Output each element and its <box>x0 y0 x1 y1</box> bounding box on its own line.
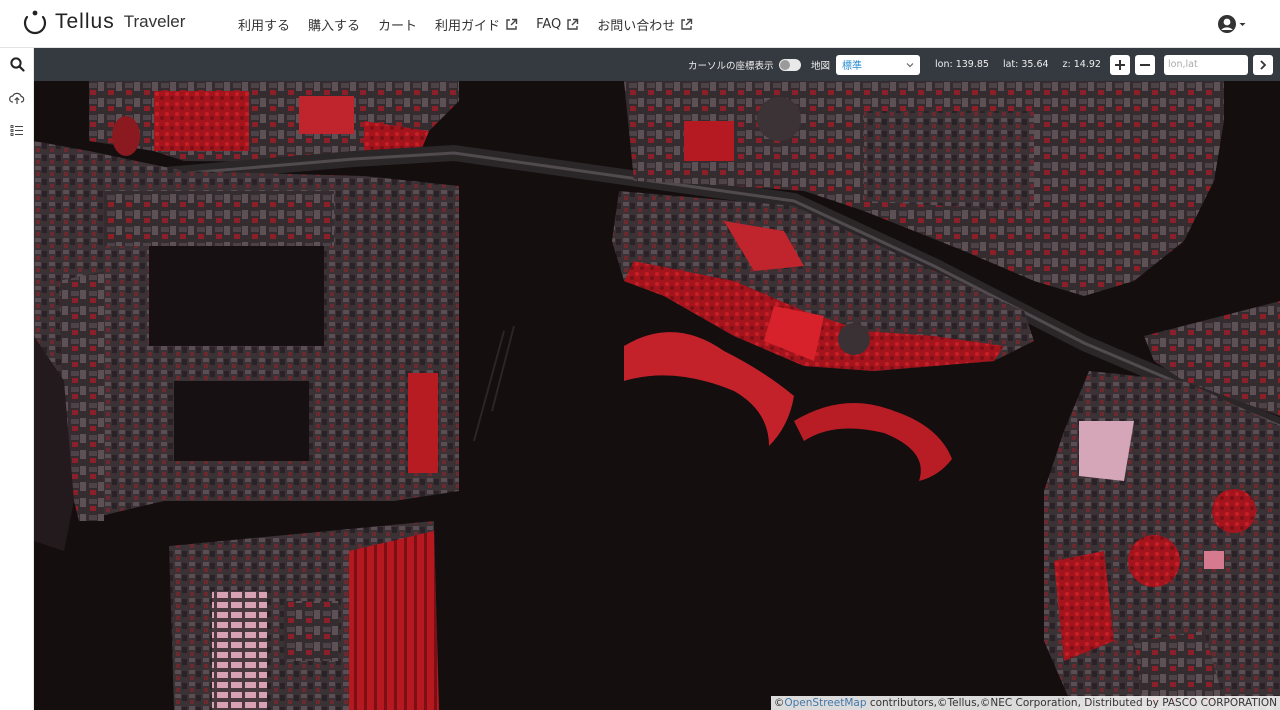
external-link-icon <box>506 18 518 30</box>
chevron-down-icon <box>1239 22 1246 26</box>
logo-text: Tellus <box>55 10 115 33</box>
osm-link[interactable]: OpenStreetMap <box>784 697 866 709</box>
coord-go-button[interactable] <box>1253 54 1273 75</box>
user-menu-button[interactable] <box>1217 14 1246 34</box>
sidebar-upload-button[interactable] <box>0 81 34 114</box>
nav-cart-label: カート <box>378 18 418 34</box>
nav-contact-label: お問い合わせ <box>597 18 676 34</box>
zoom-in-button-wrap <box>1110 48 1130 81</box>
coords-readout: lon: 139.85 lat: 35.64 z: 14.92 <box>935 48 1115 81</box>
coord-input[interactable] <box>1164 54 1248 75</box>
list-icon <box>10 125 23 136</box>
lat-readout: lat: 35.64 <box>1002 59 1049 70</box>
map-style-select[interactable]: 標準 <box>836 54 921 75</box>
map-style-label: 地図 <box>811 60 831 72</box>
cloud-upload-icon <box>9 92 25 104</box>
main-nav: 利用する 購入する カート 利用ガイド FAQ お問い合わせ <box>238 0 711 48</box>
toggle-knob <box>779 59 790 70</box>
nav-buy-label: 購入する <box>308 18 361 34</box>
user-circle-icon <box>1218 15 1236 33</box>
zoom-readout: z: 14.92 <box>1062 59 1101 70</box>
logo-mark-icon <box>23 10 47 35</box>
nav-use-label: 利用する <box>238 18 291 34</box>
satellite-map[interactable]: ©OpenStreetMap contributors,©Tellus,©NEC… <box>34 81 1280 710</box>
sidebar-list-button[interactable] <box>0 114 34 147</box>
nav-contact[interactable]: お問い合わせ <box>597 15 693 34</box>
attribution-prefix: © <box>773 697 785 709</box>
zoom-in-button[interactable] <box>1110 54 1130 75</box>
nav-faq-label: FAQ <box>536 16 562 32</box>
nav-use[interactable]: 利用する <box>238 15 290 34</box>
lon-readout: lon: 139.85 <box>935 59 989 70</box>
logo-subtitle: Traveler <box>123 12 186 31</box>
map-attribution: ©OpenStreetMap contributors,©Tellus,©NEC… <box>770 696 1280 710</box>
external-link-icon <box>567 18 579 30</box>
zoom-out-button[interactable] <box>1135 54 1155 75</box>
nav-guide[interactable]: 利用ガイド <box>435 15 518 34</box>
external-link-icon <box>681 18 693 30</box>
cursor-coords-toggle[interactable] <box>778 58 801 71</box>
map-style-value: 標準 <box>842 61 863 72</box>
nav-cart[interactable]: カート <box>378 15 417 34</box>
minus-icon <box>1140 63 1150 66</box>
sidebar-search-button[interactable] <box>0 48 34 81</box>
nav-faq[interactable]: FAQ <box>536 17 579 32</box>
nav-buy[interactable]: 購入する <box>308 15 360 34</box>
nav-guide-label: 利用ガイド <box>435 18 501 34</box>
attribution-rest: contributors,©Tellus,©NEC Corporation, D… <box>866 697 1277 709</box>
coord-search <box>1164 48 1273 81</box>
cursor-coords-control: カーソルの座標表示 <box>688 48 801 81</box>
sidebar <box>0 48 34 710</box>
logo[interactable]: Tellus Traveler <box>22 9 185 35</box>
chevron-down-icon <box>906 62 914 67</box>
satellite-imagery <box>34 81 1280 710</box>
zoom-out-button-wrap <box>1135 48 1155 81</box>
chevron-right-icon <box>1260 59 1267 70</box>
map-toolbar: カーソルの座標表示 地図 標準 lon: 139.85 lat: 35.64 z… <box>34 48 1280 81</box>
top-navbar: Tellus Traveler 利用する 購入する カート 利用ガイド FAQ <box>0 0 1280 48</box>
search-icon <box>9 57 25 72</box>
cursor-coords-label: カーソルの座標表示 <box>688 60 774 72</box>
plus-icon <box>1115 59 1125 70</box>
map-style-control: 地図 標準 <box>811 48 921 81</box>
